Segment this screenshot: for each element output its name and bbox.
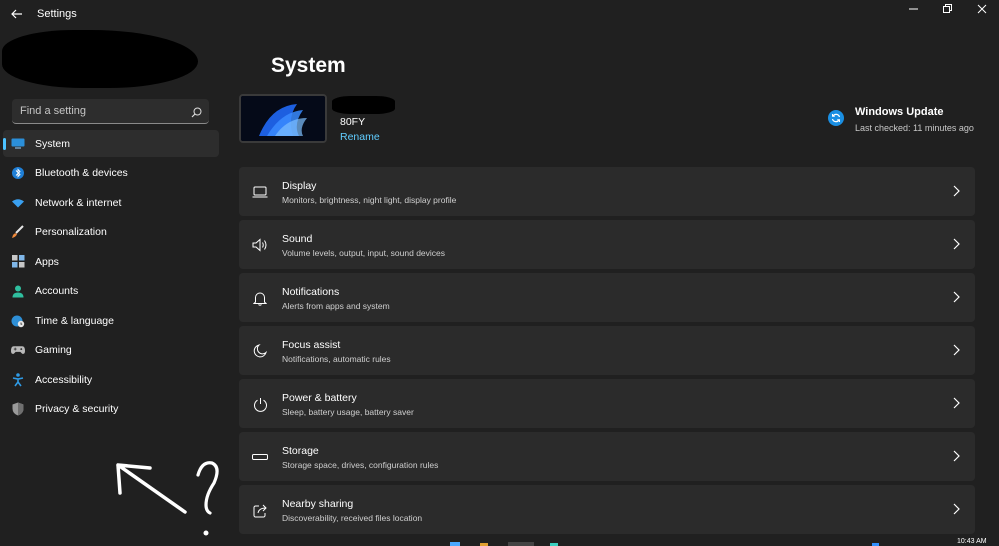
power-battery-card[interactable]: Power & battery Sleep, battery usage, ba… <box>239 379 975 428</box>
device-name: 80FY <box>340 116 366 128</box>
search-input[interactable]: Find a setting <box>20 105 86 117</box>
card-subtitle: Notifications, automatic rules <box>282 354 391 364</box>
sidebar-item-label: Personalization <box>35 226 107 238</box>
gamepad-icon <box>11 343 25 357</box>
sidebar-item-label: Time & language <box>35 314 114 327</box>
settings-list: Display Monitors, brightness, night ligh… <box>239 167 975 538</box>
sidebar-item-bluetooth[interactable]: Bluetooth & devices <box>3 160 219 187</box>
storage-icon <box>251 448 269 466</box>
sidebar-item-label: System <box>35 137 71 150</box>
card-subtitle: Storage space, drives, configuration rul… <box>282 460 439 470</box>
sidebar-item-apps[interactable]: Apps <box>3 248 219 275</box>
page-title: System <box>271 54 346 77</box>
windows-update-icon[interactable] <box>828 110 844 126</box>
sidebar-item-label: Bluetooth & devices <box>35 167 128 179</box>
chevron-right-icon <box>953 291 960 303</box>
update-status: Last checked: 11 minutes ago <box>855 123 974 133</box>
sidebar-item-time-language[interactable]: Time & language <box>3 307 219 334</box>
sound-card[interactable]: Sound Volume levels, output, input, soun… <box>239 220 975 269</box>
search-box[interactable]: Find a setting <box>12 99 209 124</box>
chevron-right-icon <box>953 503 960 515</box>
sidebar-item-system[interactable]: System <box>3 130 219 157</box>
card-title: Nearby sharing <box>282 498 354 510</box>
window-controls <box>897 0 999 18</box>
focus-assist-card[interactable]: Focus assist Notifications, automatic ru… <box>239 326 975 375</box>
card-title: Storage <box>282 445 319 457</box>
sidebar-item-gaming[interactable]: Gaming <box>3 337 219 364</box>
sidebar-item-label: Accounts <box>35 285 79 297</box>
card-title: Power & battery <box>282 392 357 404</box>
taskbar-clock[interactable]: 10:43 AM <box>957 538 987 545</box>
windows-update-link[interactable]: Windows Update <box>855 106 944 118</box>
card-subtitle: Monitors, brightness, night light, displ… <box>282 195 457 205</box>
sidebar-item-network[interactable]: Network & internet <box>3 189 219 216</box>
close-button[interactable] <box>965 0 999 18</box>
accessibility-icon <box>11 372 25 387</box>
bell-icon <box>251 289 269 307</box>
maximize-button[interactable] <box>931 0 965 18</box>
device-image <box>239 94 327 143</box>
app-title: Settings <box>37 8 77 20</box>
sidebar-item-accounts[interactable]: Accounts <box>3 278 219 305</box>
rename-link[interactable]: Rename <box>340 131 380 143</box>
chevron-right-icon <box>953 238 960 250</box>
taskbar-app-icon[interactable] <box>508 542 534 546</box>
shield-icon <box>11 402 25 416</box>
monitor-icon <box>11 137 25 151</box>
chevron-right-icon <box>953 450 960 462</box>
hand-drawn-arrow-annotation <box>116 461 219 536</box>
wifi-icon <box>11 196 25 210</box>
sidebar-item-label: Apps <box>35 255 59 268</box>
card-title: Notifications <box>282 286 340 298</box>
card-title: Focus assist <box>282 339 341 351</box>
notifications-card[interactable]: Notifications Alerts from apps and syste… <box>239 273 975 322</box>
back-arrow-icon <box>11 9 22 19</box>
storage-card[interactable]: Storage Storage space, drives, configura… <box>239 432 975 481</box>
redacted-device-name <box>332 96 395 114</box>
sidebar-item-privacy-security[interactable]: Privacy & security <box>3 396 219 423</box>
sidebar-item-personalization[interactable]: Personalization <box>3 219 219 246</box>
nearby-sharing-card[interactable]: Nearby sharing Discoverability, received… <box>239 485 975 534</box>
card-subtitle: Alerts from apps and system <box>282 301 390 311</box>
chevron-right-icon <box>953 185 960 197</box>
card-subtitle: Sleep, battery usage, battery saver <box>282 407 414 417</box>
back-button[interactable] <box>9 6 25 22</box>
sidebar-item-label: Network & internet <box>35 196 122 209</box>
chevron-right-icon <box>953 397 960 409</box>
minimize-button[interactable] <box>897 0 931 18</box>
globe-clock-icon <box>11 314 25 328</box>
taskbar <box>0 540 999 546</box>
speaker-icon <box>251 236 269 254</box>
sidebar-item-label: Privacy & security <box>35 403 119 415</box>
search-icon[interactable] <box>191 105 202 123</box>
brush-icon <box>11 225 25 239</box>
sidebar-nav: System Bluetooth & devices Network & int… <box>3 130 219 425</box>
close-icon <box>977 4 987 14</box>
sidebar-item-label: Accessibility <box>35 373 93 386</box>
card-subtitle: Volume levels, output, input, sound devi… <box>282 248 446 258</box>
card-title: Sound <box>282 233 313 245</box>
title-bar: Settings <box>0 0 999 28</box>
start-button[interactable] <box>450 542 460 546</box>
laptop-icon <box>251 183 269 201</box>
card-title: Display <box>282 180 317 192</box>
share-icon <box>251 501 269 519</box>
restore-icon <box>943 4 952 13</box>
display-card[interactable]: Display Monitors, brightness, night ligh… <box>239 167 975 216</box>
sidebar-item-accessibility[interactable]: Accessibility <box>3 366 219 393</box>
apps-icon <box>11 255 25 269</box>
windows-wallpaper-icon <box>241 96 325 141</box>
person-icon <box>11 284 25 298</box>
chevron-right-icon <box>953 344 960 356</box>
sidebar-item-label: Gaming <box>35 344 72 356</box>
bluetooth-icon <box>11 166 25 180</box>
card-subtitle: Discoverability, received files location <box>282 513 423 523</box>
power-icon <box>251 395 269 413</box>
minimize-icon <box>909 8 918 10</box>
moon-icon <box>251 342 269 360</box>
redacted-account-area <box>2 30 198 88</box>
